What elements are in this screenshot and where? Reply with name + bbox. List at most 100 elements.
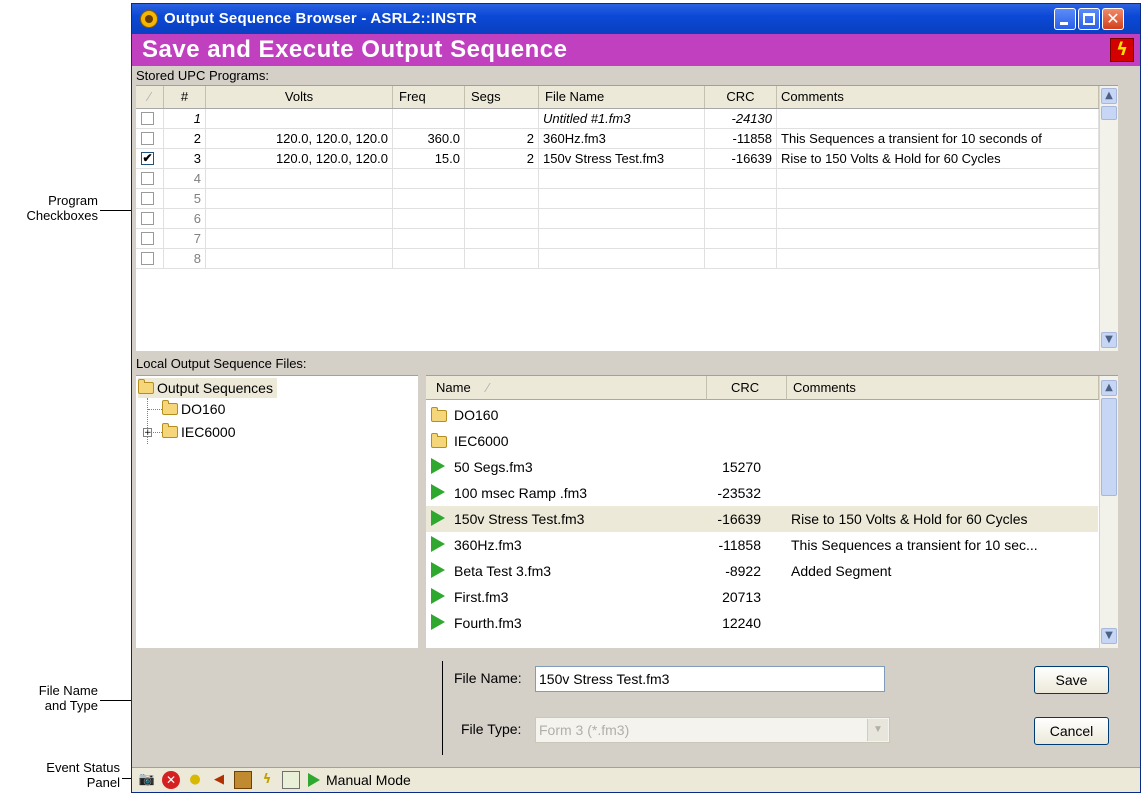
save-button[interactable]: Save — [1034, 666, 1109, 694]
program-checkbox[interactable] — [141, 252, 154, 265]
bulb-icon[interactable]: ● — [186, 771, 204, 789]
tree-node-do160[interactable]: DO160 — [162, 399, 225, 419]
col-comments[interactable]: Comments — [777, 86, 1099, 108]
scroll-down-button[interactable]: ▼ — [1101, 628, 1117, 644]
cell-file-name — [539, 209, 705, 228]
tree-node-iec6000[interactable]: IEC6000 — [162, 422, 235, 442]
close-button[interactable]: ✕ — [1102, 8, 1124, 30]
sort-icon[interactable]: ⁄ — [136, 86, 164, 108]
program-checkbox[interactable] — [141, 132, 154, 145]
file-crc: -11858 — [718, 537, 761, 553]
cell-volts — [206, 109, 393, 128]
scroll-thumb[interactable] — [1101, 106, 1117, 120]
files-scrollbar[interactable]: ▲ ▼ — [1099, 376, 1118, 648]
scroll-down-button[interactable]: ▼ — [1101, 332, 1117, 348]
cell-freq — [393, 189, 465, 208]
list-item[interactable]: 150v Stress Test.fm3 -16639 Rise to 150 Vo… — [426, 506, 1098, 532]
file-crc: 12240 — [722, 615, 761, 631]
col-file-name[interactable]: File Name — [539, 86, 705, 108]
col-comments[interactable]: Comments — [787, 376, 1099, 400]
scroll-up-button[interactable]: ▲ — [1101, 380, 1117, 396]
tree-node-label: IEC6000 — [181, 424, 236, 440]
expand-icon[interactable]: + — [143, 428, 152, 438]
chevron-down-icon: ▼ — [867, 719, 888, 741]
chip-icon[interactable] — [234, 771, 252, 789]
display-icon[interactable] — [282, 771, 300, 789]
file-name: 50 Segs.fm3 — [454, 459, 533, 475]
file-name-label: File Name: — [454, 670, 522, 686]
list-item[interactable]: Fourth.fm3 12240 — [426, 610, 1098, 636]
table-row[interactable]: 6 — [136, 209, 1118, 229]
program-checkbox[interactable] — [141, 192, 154, 205]
cell-checkbox — [136, 209, 164, 228]
camera-icon[interactable]: 📷 — [138, 771, 156, 789]
cancel-button[interactable]: Cancel — [1034, 717, 1109, 745]
cell-crc: -11858 — [705, 129, 777, 148]
table-row[interactable]: ✔ 3 120.0, 120.0, 120.0 15.0 2 150v Stress Te… — [136, 149, 1118, 169]
list-item[interactable]: First.fm3 20713 — [426, 584, 1098, 610]
cell-comments: Rise to 150 Volts & Hold for 60 Cycles — [777, 149, 1099, 168]
program-checkbox[interactable] — [141, 232, 154, 245]
cell-file-name: 150v Stress Test.fm3 — [539, 149, 705, 168]
list-item[interactable]: 50 Segs.fm3 15270 — [426, 454, 1098, 480]
sequence-file-icon — [431, 588, 445, 604]
cell-file-name — [539, 169, 705, 188]
cell-file-name: Untitled #1.fm3 — [539, 109, 705, 128]
table-row[interactable]: 1 Untitled #1.fm3 -24130 — [136, 109, 1118, 129]
execute-bolt-icon[interactable]: ϟ — [1110, 38, 1134, 62]
col-name[interactable]: Name ⁄ — [426, 376, 707, 400]
list-item[interactable]: IEC6000 — [426, 428, 1098, 454]
program-checkbox[interactable] — [141, 172, 154, 185]
title-bar: Output Sequence Browser - ASRL2::INSTR ✕ — [132, 4, 1140, 34]
cell-segs — [465, 229, 539, 248]
file-name: 360Hz.fm3 — [454, 537, 522, 553]
table-row[interactable]: 2 120.0, 120.0, 120.0 360.0 2 360Hz.fm3 -1185… — [136, 129, 1118, 149]
list-item[interactable]: 100 msec Ramp .fm3 -23532 — [426, 480, 1098, 506]
list-item[interactable]: DO160 — [426, 402, 1098, 428]
col-segs[interactable]: Segs — [465, 86, 539, 108]
col-number[interactable]: # — [164, 86, 206, 108]
speaker-icon[interactable]: ◀ — [210, 771, 228, 789]
cell-number: 3 — [164, 149, 206, 168]
program-checkbox[interactable]: ✔ — [141, 152, 154, 165]
stored-scrollbar[interactable]: ▲ ▼ — [1099, 86, 1118, 351]
callout-program-checkboxes: Program Checkboxes — [20, 193, 98, 223]
scroll-up-button[interactable]: ▲ — [1101, 88, 1117, 104]
col-volts[interactable]: Volts — [206, 86, 393, 108]
cell-segs — [465, 169, 539, 188]
file-name-input[interactable]: 150v Stress Test.fm3 — [535, 666, 885, 692]
file-crc: -23532 — [717, 485, 761, 501]
table-row[interactable]: 8 — [136, 249, 1118, 269]
col-crc[interactable]: CRC — [707, 376, 787, 400]
program-checkbox[interactable] — [141, 112, 154, 125]
tree-line — [148, 409, 162, 410]
cell-number: 4 — [164, 169, 206, 188]
window-title: Output Sequence Browser - ASRL2::INSTR — [164, 10, 477, 27]
cell-comments: This Sequences a transient for 10 second… — [777, 129, 1099, 148]
bolt-icon[interactable]: ϟ — [258, 771, 276, 789]
event-status-panel: 📷 ✕ ● ◀ ϟ Manual Mode — [132, 767, 1140, 792]
error-icon[interactable]: ✕ — [162, 771, 180, 789]
minimize-icon — [1060, 22, 1068, 25]
table-row[interactable]: 4 — [136, 169, 1118, 189]
file-comment: This Sequences a transient for 10 sec... — [791, 537, 1038, 553]
cell-checkbox — [136, 249, 164, 268]
cell-segs — [465, 209, 539, 228]
tree-node-label: DO160 — [181, 401, 226, 417]
col-crc[interactable]: CRC — [705, 86, 777, 108]
minimize-button[interactable] — [1054, 8, 1076, 30]
file-type-select[interactable]: Form 3 (*.fm3) ▼ — [535, 717, 890, 743]
list-item[interactable]: 360Hz.fm3 -11858 This Sequences a transien… — [426, 532, 1098, 558]
cell-crc — [705, 249, 777, 268]
callout-line: Panel — [86, 775, 120, 790]
tree-root[interactable]: Output Sequences — [138, 378, 277, 398]
list-item[interactable]: Beta Test 3.fm3 -8922 Added Segment — [426, 558, 1098, 584]
cell-freq: 360.0 — [393, 129, 465, 148]
table-row[interactable]: 5 — [136, 189, 1118, 209]
table-row[interactable]: 7 — [136, 229, 1118, 249]
cell-volts — [206, 249, 393, 268]
scroll-thumb[interactable] — [1101, 398, 1117, 496]
maximize-button[interactable] — [1078, 8, 1100, 30]
col-freq[interactable]: Freq — [393, 86, 465, 108]
program-checkbox[interactable] — [141, 212, 154, 225]
